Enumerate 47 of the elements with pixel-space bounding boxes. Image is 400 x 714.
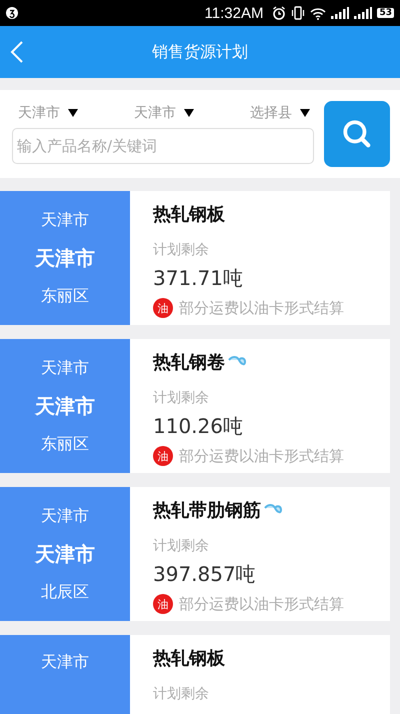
card-background[interactable]: 热轧钢卷 计划剩余 110.26吨 油 部分运费以油卡形式结算 [130, 339, 390, 473]
city-label: 天津市 [35, 392, 95, 420]
remaining-label: 计划剩余 [153, 685, 210, 703]
card-background[interactable]: 热轧带肋钢筋 计划剩余 397.857吨 油 部分运费以油卡形式结算 [130, 487, 390, 621]
product-name: 热轧钢卷 [153, 351, 225, 374]
province-label: 天津市 [41, 358, 89, 378]
payment-note: 部分运费以油卡形式结算 [179, 298, 344, 318]
search-field[interactable]: 输入产品名称/关键词 [12, 128, 314, 164]
dropdown-arrow-icon [184, 109, 194, 117]
oil-badge: 油 [153, 446, 173, 466]
app-notification-icon [6, 7, 18, 19]
wifi-icon [310, 6, 326, 20]
card-background[interactable]: 热轧钢板 计划剩余 371.71吨 油 部分运费以油卡形式结算 [130, 191, 390, 325]
province-label: 天津市 [41, 210, 89, 230]
district-label: 东丽区 [41, 286, 89, 306]
payment-note: 部分运费以油卡形式结算 [179, 594, 344, 614]
back-icon[interactable] [10, 40, 24, 64]
oil-badge: 油 [153, 298, 173, 318]
province-label: 天津市 [41, 506, 89, 526]
product-name: 热轧钢板 [153, 647, 225, 670]
vibrate-icon [291, 6, 306, 20]
district-label: 北辰区 [41, 582, 89, 602]
card-background[interactable]: 热轧钢板 计划剩余 [130, 635, 390, 714]
product-name: 热轧钢板 [153, 203, 225, 226]
search-icon [341, 118, 373, 150]
province-label: 天津市 [41, 652, 89, 673]
remaining-amount: 397.857吨 [153, 561, 257, 588]
remaining-amount: 110.26吨 [153, 413, 244, 440]
page-title: 销售货源计划 [152, 42, 248, 62]
dropdown-arrow-icon [300, 109, 310, 117]
district-label: 东丽区 [41, 434, 89, 454]
remaining-label: 计划剩余 [153, 537, 210, 555]
payment-note: 部分运费以油卡形式结算 [179, 446, 344, 466]
oil-badge: 油 [153, 594, 173, 614]
remaining-label: 计划剩余 [153, 389, 210, 407]
signal-icon [331, 7, 350, 19]
dropdown-arrow-icon [68, 109, 78, 117]
city-label: 天津市 [35, 244, 95, 272]
search-button[interactable] [324, 101, 390, 167]
remaining-amount: 371.71吨 [153, 265, 244, 292]
city-label: 天津市 [35, 540, 95, 568]
product-name: 热轧带肋钢筋 [153, 499, 261, 522]
status-time: 11:32AM [204, 4, 264, 22]
signal-icon [354, 7, 372, 19]
alarm-icon [272, 6, 286, 20]
remaining-label: 计划剩余 [153, 241, 210, 259]
battery-level: 53 [377, 8, 394, 18]
